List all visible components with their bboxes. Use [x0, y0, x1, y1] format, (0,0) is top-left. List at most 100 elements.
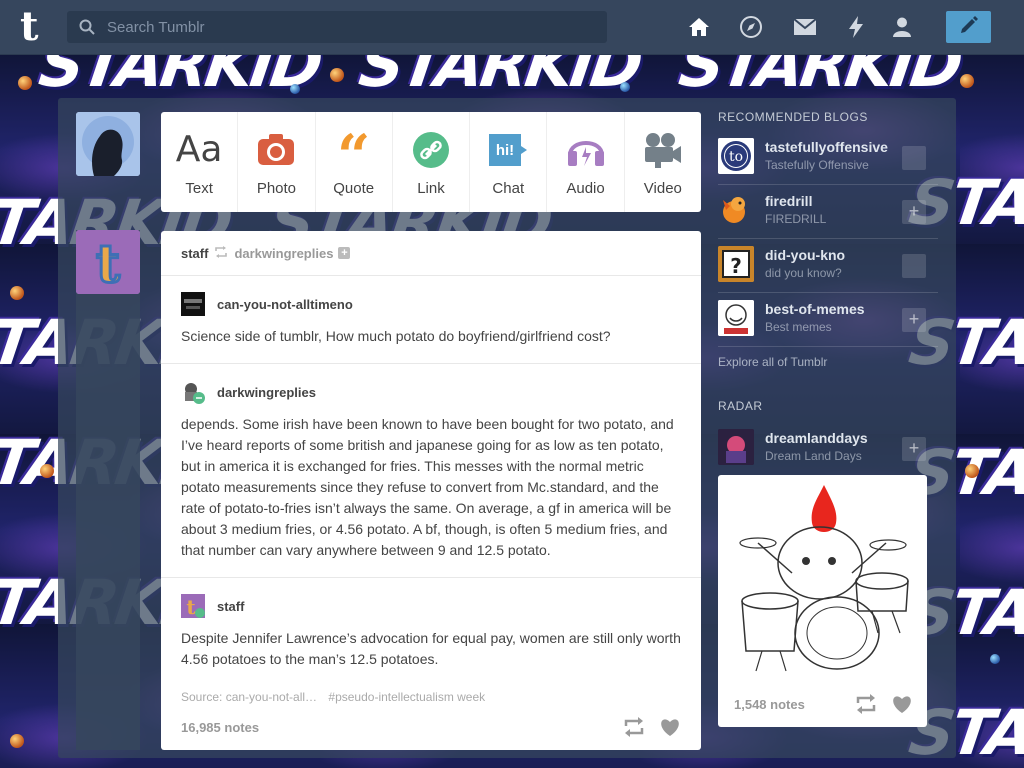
reblog-entry: t staff Despite Jennifer Lawrence’s advo… [161, 578, 701, 676]
staff-avatar[interactable]: t [76, 230, 140, 294]
svg-text:t: t [186, 595, 196, 618]
inbox-icon[interactable] [792, 14, 818, 40]
planet-decoration [965, 464, 979, 478]
post-type-label: Photo [256, 179, 297, 197]
notes-count[interactable]: 16,985 notes [181, 720, 259, 735]
reblog-icon[interactable] [623, 717, 645, 742]
post-type-audio[interactable]: Audio [547, 112, 625, 212]
post-type-chat[interactable]: hi! Chat [470, 112, 548, 212]
post-type-label: Link [417, 179, 445, 197]
radar-post: 1,548 notes [718, 475, 927, 727]
blog-name[interactable]: did-you-kno [765, 247, 895, 263]
blog-avatar[interactable] [718, 429, 754, 465]
source-link[interactable]: Source: can-you-not-all… [181, 690, 317, 704]
user-avatar[interactable] [76, 112, 140, 176]
compose-button[interactable] [946, 11, 991, 43]
search-input[interactable] [105, 17, 589, 37]
user-avatar[interactable] [181, 292, 205, 316]
top-navigation-bar: t [0, 0, 1024, 55]
explore-link[interactable]: Explore all of Tumblr [718, 355, 827, 369]
planet-decoration [990, 654, 1000, 664]
link-icon [412, 128, 450, 172]
post-type-video[interactable]: Video [625, 112, 701, 212]
planet-decoration [620, 82, 630, 92]
recommended-blog-item[interactable]: ? did-you-kno did you know? [718, 240, 938, 293]
recommended-blog-item[interactable]: best-of-memes Best memes + [718, 294, 938, 347]
recommended-blog-item[interactable]: to tastefullyoffensive Tastefully Offens… [718, 132, 938, 185]
follow-button[interactable]: + [902, 308, 926, 332]
post-type-label: Audio [566, 179, 605, 197]
reblog-small-icon [214, 245, 228, 261]
blog-name[interactable]: tastefullyoffensive [765, 139, 895, 155]
radar-blog-item[interactable]: dreamlanddays Dream Land Days + [718, 423, 938, 475]
search-icon [79, 19, 95, 35]
text-post-icon: Aa [175, 129, 223, 170]
follow-button[interactable] [902, 146, 926, 170]
post-meta: Source: can-you-not-all… #pseudo-intelle… [161, 676, 701, 704]
tumblr-logo[interactable]: t [20, 7, 48, 47]
blog-avatar[interactable] [718, 300, 754, 336]
reblog-username[interactable]: can-you-not-alltimeno [217, 297, 353, 312]
reblog-entry: darkwingreplies depends. Some irish have… [161, 364, 701, 578]
like-heart-icon[interactable] [659, 717, 681, 742]
follow-button[interactable]: + [902, 437, 926, 461]
svg-text:?: ? [730, 254, 742, 278]
post-tag[interactable]: #pseudo-intellectualism week [328, 690, 485, 704]
headphones-icon [566, 128, 606, 172]
post-type-label: Video [643, 179, 682, 197]
post-type-quote[interactable]: “ Quote [316, 112, 393, 212]
post-author-link[interactable]: staff [181, 246, 208, 261]
blog-avatar[interactable]: to [718, 138, 754, 174]
planet-decoration [18, 76, 32, 90]
pencil-icon [959, 15, 979, 40]
follow-plus-icon[interactable]: + [338, 247, 351, 259]
recommended-blogs-heading: RECOMMENDED BLOGS [718, 110, 868, 124]
radar-image[interactable] [732, 483, 913, 673]
post-type-selector: Aa Text Photo “ Quote Link hi! Chat Audi… [161, 112, 701, 212]
home-icon[interactable] [686, 14, 712, 40]
planet-decoration [290, 84, 300, 94]
blog-name[interactable]: best-of-memes [765, 301, 895, 317]
svg-text:to: to [729, 149, 743, 165]
reblog-entry: can-you-not-alltimeno Science side of tu… [161, 276, 701, 364]
user-avatar[interactable]: t [181, 594, 205, 619]
account-icon[interactable] [889, 14, 915, 40]
like-heart-icon[interactable] [891, 694, 913, 719]
reblog-icon[interactable] [855, 694, 877, 719]
recommended-blog-item[interactable]: firedrill FIREDRILL + [718, 186, 938, 239]
svg-text:t: t [96, 234, 120, 294]
post-type-photo[interactable]: Photo [238, 112, 316, 212]
post-type-link[interactable]: Link [393, 112, 471, 212]
blog-name[interactable]: dreamlanddays [765, 430, 895, 446]
post-footer: 16,985 notes [161, 704, 701, 750]
avatar-column [76, 230, 140, 750]
blog-name[interactable]: firedrill [765, 193, 895, 209]
reblog-username[interactable]: darkwingreplies [217, 385, 316, 400]
post-type-label: Chat [492, 179, 525, 197]
reblog-body: depends. Some irish have been known to h… [181, 416, 674, 558]
camera-icon [257, 128, 295, 172]
notes-count[interactable]: 1,548 notes [734, 697, 805, 712]
reblog-username[interactable]: staff [217, 599, 244, 614]
follow-button[interactable]: + [902, 200, 926, 224]
reblogged-from-link[interactable]: darkwingreplies [234, 246, 333, 261]
reblog-body: Science side of tumblr, How much potato … [181, 328, 611, 344]
svg-text:hi!: hi! [496, 142, 514, 159]
post-type-label: Text [185, 179, 213, 197]
chat-icon: hi! [488, 128, 528, 172]
activity-icon[interactable] [843, 14, 869, 40]
post-header: staff darkwingreplies + [161, 231, 701, 276]
post-type-label: Quote [333, 179, 375, 197]
blog-avatar[interactable] [718, 192, 754, 228]
blog-title: Best memes [765, 320, 832, 334]
blog-title: Dream Land Days [765, 449, 862, 463]
planet-decoration [10, 286, 24, 300]
follow-button[interactable] [902, 254, 926, 278]
post-type-text[interactable]: Aa Text [161, 112, 239, 212]
blog-avatar[interactable]: ? [718, 246, 754, 282]
explore-icon[interactable] [738, 14, 764, 40]
search-bar[interactable] [67, 11, 607, 43]
planet-decoration [10, 734, 24, 748]
blog-title: FIREDRILL [765, 212, 827, 226]
user-avatar[interactable] [181, 380, 205, 404]
